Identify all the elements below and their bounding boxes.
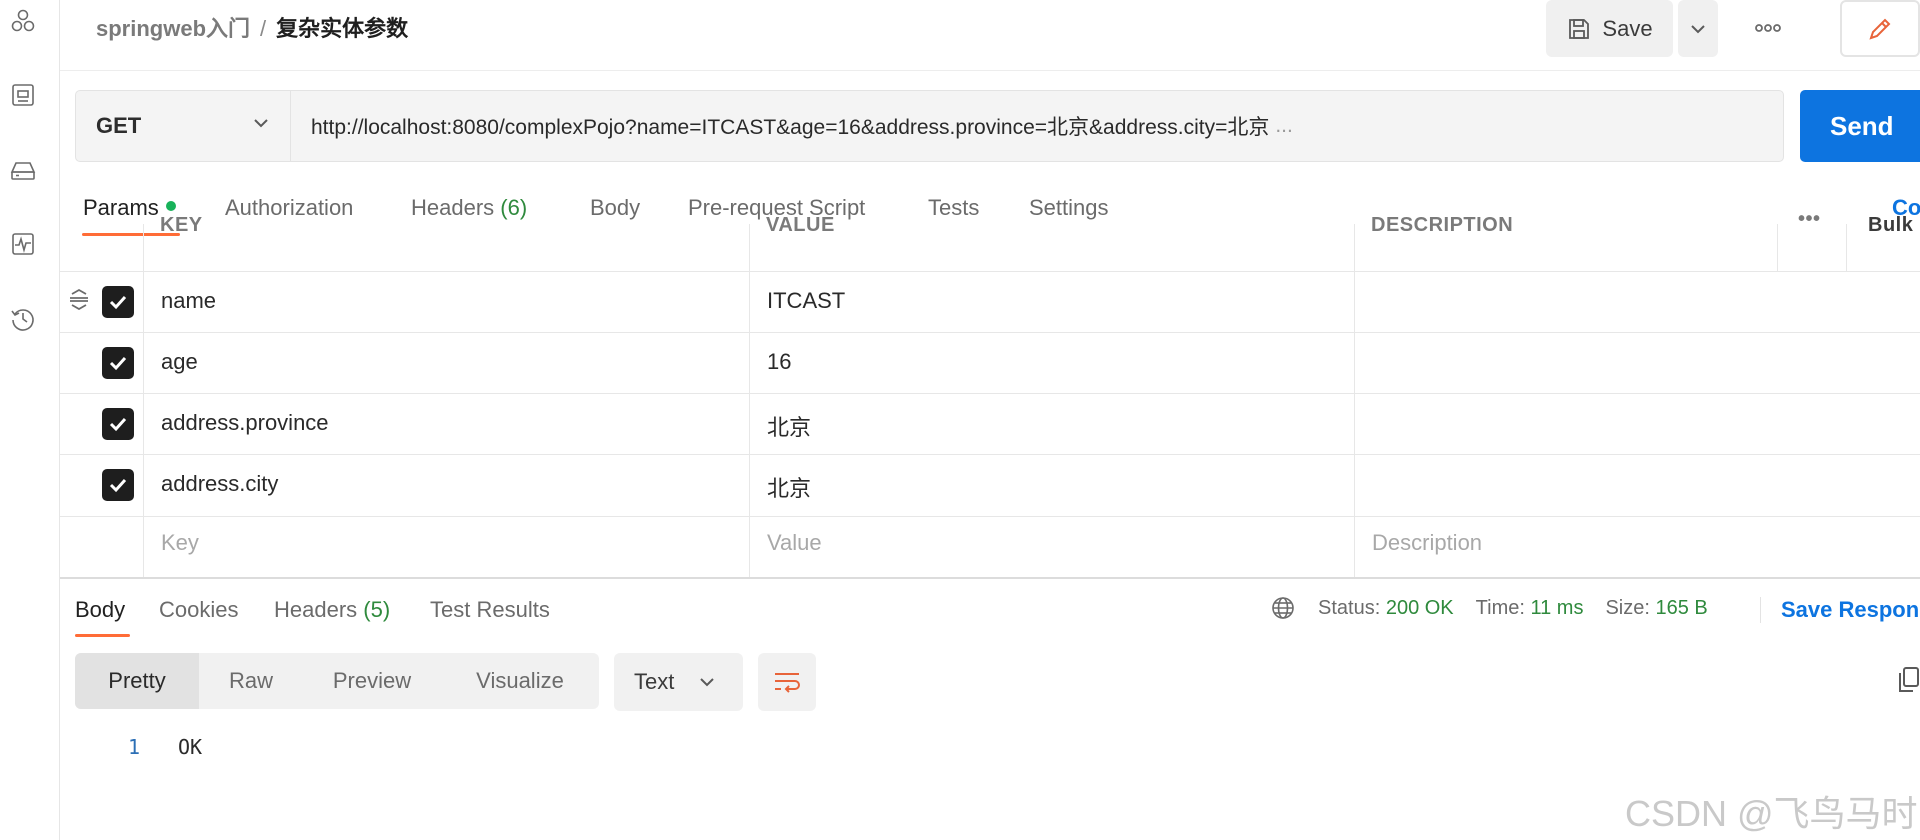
send-button[interactable]: Send bbox=[1800, 90, 1920, 162]
copy-button[interactable] bbox=[1896, 666, 1920, 699]
column-options-button[interactable]: ••• bbox=[1798, 208, 1821, 231]
response-tab-body[interactable]: Body bbox=[75, 597, 125, 623]
param-key[interactable]: name bbox=[161, 288, 216, 314]
wrap-lines-button[interactable] bbox=[758, 653, 816, 711]
response-tab-headers[interactable]: Headers (5) bbox=[274, 597, 390, 623]
response-body-line: 1 OK bbox=[128, 735, 202, 759]
chevron-down-icon bbox=[1691, 24, 1705, 33]
more-actions-button[interactable] bbox=[1748, 12, 1788, 44]
param-key[interactable]: age bbox=[161, 349, 198, 375]
line-number: 1 bbox=[128, 735, 141, 759]
method-select[interactable]: GET bbox=[75, 90, 290, 162]
breadcrumb-collection[interactable]: springweb入门 bbox=[96, 16, 250, 41]
save-response-button[interactable]: Save Respon bbox=[1760, 597, 1919, 623]
bulk-edit-link[interactable]: Bulk bbox=[1868, 214, 1913, 237]
response-meta: Status: 200 OK Time: 11 ms Size: 165 B bbox=[1270, 595, 1708, 621]
status-value: 200 OK bbox=[1385, 596, 1454, 619]
tab-settings[interactable]: Settings bbox=[1029, 195, 1109, 221]
wrap-lines-icon bbox=[775, 673, 800, 693]
param-value[interactable]: 北京 bbox=[767, 410, 811, 442]
apis-icon[interactable] bbox=[8, 6, 38, 36]
new-key-input[interactable]: Key bbox=[161, 530, 199, 556]
watermark: CSDN @飞鸟马时 bbox=[1625, 793, 1918, 834]
view-mode-raw[interactable]: Raw bbox=[199, 653, 303, 709]
tab-headers[interactable]: Headers (6) bbox=[411, 195, 527, 221]
active-response-tab-indicator bbox=[75, 634, 130, 637]
time-label: Time: bbox=[1475, 596, 1525, 619]
url-input[interactable]: http://localhost:8080/complexPojo?name=I… bbox=[290, 90, 1784, 162]
checkbox-checked-icon[interactable] bbox=[102, 286, 134, 318]
checkbox-checked-icon[interactable] bbox=[102, 347, 134, 379]
edit-icon bbox=[1869, 18, 1891, 40]
checkbox-checked-icon[interactable] bbox=[102, 469, 134, 501]
tab-tests[interactable]: Tests bbox=[928, 195, 979, 221]
view-mode-selector: Pretty Raw Preview Visualize bbox=[75, 653, 599, 709]
globe-icon[interactable] bbox=[1270, 595, 1296, 621]
save-icon bbox=[1569, 18, 1590, 39]
column-header-key: KEY bbox=[160, 214, 203, 236]
breadcrumb-separator: / bbox=[260, 16, 267, 41]
param-value[interactable]: 北京 bbox=[767, 471, 811, 503]
breadcrumb: springweb入门 / 复杂实体参数 bbox=[96, 15, 408, 43]
save-button[interactable]: Save bbox=[1546, 0, 1673, 57]
new-description-input[interactable]: Description bbox=[1372, 530, 1482, 556]
copy-icon bbox=[1899, 667, 1919, 692]
chevron-down-icon bbox=[254, 119, 268, 128]
tab-body[interactable]: Body bbox=[590, 195, 640, 221]
tab-headers-label: Headers bbox=[411, 195, 495, 220]
tab-headers-count: (6) bbox=[500, 195, 528, 220]
view-mode-preview[interactable]: Preview bbox=[303, 653, 441, 709]
monitors-icon[interactable] bbox=[8, 229, 38, 259]
save-options-button[interactable] bbox=[1678, 0, 1718, 57]
time-value: 11 ms bbox=[1530, 596, 1584, 619]
params-active-dot bbox=[165, 201, 176, 212]
param-value[interactable]: 16 bbox=[767, 349, 791, 375]
params-table: KEY VALUE DESCRIPTION ••• Bulk name ITCA… bbox=[60, 208, 1920, 579]
response-tab-headers-label: Headers bbox=[274, 597, 358, 622]
view-mode-pretty[interactable]: Pretty bbox=[75, 653, 199, 709]
more-icon bbox=[1755, 24, 1781, 32]
history-icon[interactable] bbox=[8, 304, 38, 334]
mock-servers-icon[interactable] bbox=[8, 155, 38, 185]
method-value: GET bbox=[96, 113, 142, 138]
response-tab-headers-count: (5) bbox=[363, 597, 391, 622]
drag-handle-icon[interactable] bbox=[68, 288, 90, 310]
format-value: Text bbox=[634, 669, 675, 694]
response-tab-cookies[interactable]: Cookies bbox=[159, 597, 238, 623]
param-key[interactable]: address.city bbox=[161, 471, 278, 497]
size-label: Size: bbox=[1605, 596, 1650, 619]
environments-icon[interactable] bbox=[8, 80, 38, 110]
request-header: springweb入门 / 复杂实体参数 Save bbox=[60, 0, 1920, 71]
chevron-down-icon bbox=[700, 678, 715, 687]
new-value-input[interactable]: Value bbox=[767, 530, 822, 556]
breadcrumb-request-name[interactable]: 复杂实体参数 bbox=[276, 16, 408, 41]
status-indicator: Status: 200 OK bbox=[1318, 597, 1454, 620]
left-sidebar bbox=[0, 0, 60, 840]
tab-authorization[interactable]: Authorization bbox=[225, 195, 353, 221]
url-overflow-ellipsis: ... bbox=[1275, 114, 1293, 137]
format-select[interactable]: Text bbox=[614, 653, 743, 711]
edit-button[interactable] bbox=[1840, 0, 1920, 57]
line-text: OK bbox=[178, 735, 203, 759]
response-tab-test-results[interactable]: Test Results bbox=[430, 597, 550, 623]
save-button-label: Save bbox=[1602, 15, 1653, 41]
checkbox-checked-icon[interactable] bbox=[102, 408, 134, 440]
param-key[interactable]: address.province bbox=[161, 410, 329, 436]
param-value[interactable]: ITCAST bbox=[767, 288, 845, 314]
column-header-value: VALUE bbox=[766, 214, 835, 236]
url-value: http://localhost:8080/complexPojo?name=I… bbox=[311, 116, 1270, 139]
size-indicator: Size: 165 B bbox=[1605, 597, 1707, 620]
tab-params-label: Params bbox=[83, 195, 159, 220]
time-indicator: Time: 11 ms bbox=[1476, 597, 1584, 620]
view-mode-visualize[interactable]: Visualize bbox=[441, 653, 599, 709]
status-label: Status: bbox=[1318, 596, 1381, 619]
size-value: 165 B bbox=[1655, 596, 1708, 619]
column-header-description: DESCRIPTION bbox=[1371, 214, 1514, 236]
